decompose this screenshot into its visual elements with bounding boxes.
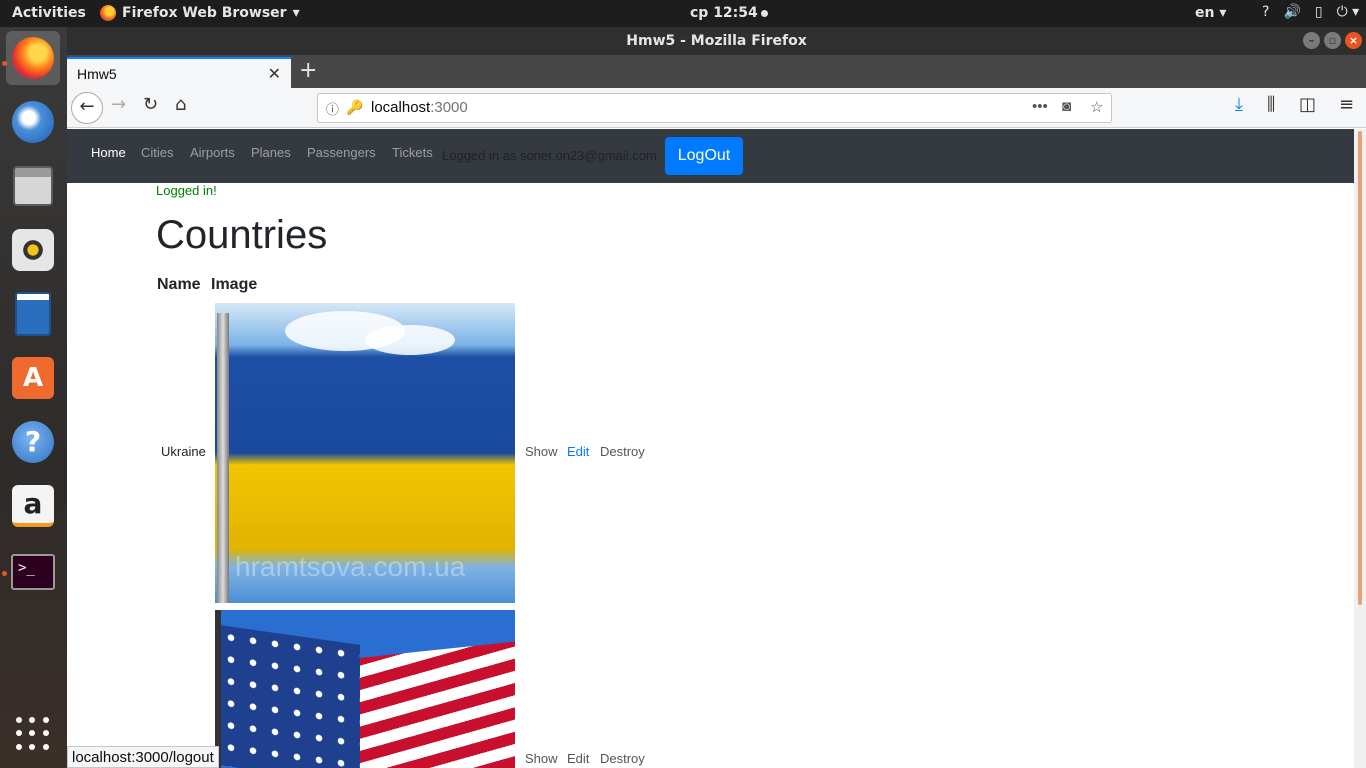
back-button[interactable]: ← bbox=[71, 92, 103, 124]
tab-hmw5[interactable]: Hmw5 ✕ bbox=[67, 57, 291, 88]
software-store-icon: A bbox=[12, 357, 54, 399]
power-icon: ⏻ ▾ bbox=[1336, 4, 1360, 20]
flag-pole bbox=[215, 610, 221, 768]
close-tab-icon[interactable]: ✕ bbox=[268, 64, 281, 84]
dock-amazon[interactable]: a bbox=[6, 479, 60, 533]
site-navbar: Home Cities Airports Planes Passengers T… bbox=[67, 129, 1354, 183]
minimize-button[interactable]: – bbox=[1303, 32, 1320, 49]
nav-passengers[interactable]: Passengers bbox=[307, 145, 376, 160]
key-icon: 🔑 bbox=[346, 99, 364, 115]
close-window-button[interactable]: × bbox=[1345, 32, 1362, 49]
nav-home[interactable]: Home bbox=[91, 145, 126, 160]
url-port: :3000 bbox=[430, 99, 468, 116]
maximize-button[interactable]: ▫ bbox=[1324, 32, 1341, 49]
window-title: Hmw5 - Mozilla Firefox bbox=[626, 33, 807, 49]
flash-notice: Logged in! bbox=[156, 183, 217, 198]
url-host: localhost bbox=[371, 99, 431, 116]
language-indicator[interactable]: en ▾ bbox=[1195, 5, 1226, 21]
dock-software[interactable]: A bbox=[6, 351, 60, 405]
show-link[interactable]: Show bbox=[525, 751, 558, 766]
system-menu[interactable]: ? 🔊 ▯ ⏻ ▾ bbox=[1262, 4, 1359, 20]
writer-icon bbox=[15, 292, 51, 336]
nav-airports[interactable]: Airports bbox=[190, 145, 235, 160]
clock[interactable]: ср 12:54 bbox=[690, 5, 768, 21]
menu-icon[interactable]: ≡ bbox=[1339, 94, 1354, 115]
ukraine-flag-image: hramtsova.com.ua bbox=[215, 303, 515, 603]
flag-stars bbox=[220, 625, 360, 768]
destroy-link[interactable]: Destroy bbox=[600, 751, 645, 766]
image-watermark: hramtsova.com.ua bbox=[235, 551, 466, 582]
edit-link[interactable]: Edit bbox=[567, 751, 589, 766]
library-icon[interactable]: ⫼ bbox=[1267, 94, 1275, 115]
bookmark-star-icon[interactable]: ☆ bbox=[1090, 98, 1103, 116]
nav-cities[interactable]: Cities bbox=[141, 145, 174, 160]
page-actions-icon[interactable]: ••• bbox=[1032, 98, 1048, 115]
window-titlebar: Hmw5 - Mozilla Firefox – ▫ × bbox=[67, 27, 1366, 55]
url-bar[interactable]: ⓘ 🔑 localhost:3000 ••• ◙ ☆ bbox=[317, 93, 1112, 123]
firefox-icon bbox=[12, 37, 54, 79]
files-icon bbox=[13, 166, 53, 206]
downloads-icon[interactable]: ⤓ bbox=[1235, 94, 1243, 115]
column-header-name: Name bbox=[157, 276, 201, 293]
rhythmbox-icon bbox=[12, 229, 54, 271]
reload-button[interactable]: ↻ bbox=[143, 94, 158, 115]
chevron-down-icon: ▾ bbox=[292, 5, 300, 21]
new-tab-button[interactable]: + bbox=[299, 58, 317, 83]
terminal-icon: >_ bbox=[11, 554, 55, 590]
dock-help[interactable]: ? bbox=[6, 415, 60, 469]
url-text: localhost:3000 bbox=[371, 99, 468, 116]
dock-terminal[interactable]: >_ bbox=[6, 545, 60, 599]
logged-in-text: Logged in as soner.on23@gmail.com bbox=[442, 148, 657, 163]
app-menu[interactable]: Firefox Web Browser ▾ bbox=[100, 5, 300, 21]
sidebar-icon[interactable]: ◫ bbox=[1299, 94, 1316, 115]
tab-bar: Hmw5 ✕ + bbox=[67, 55, 1366, 88]
clock-text: ср 12:54 bbox=[690, 5, 758, 21]
dock-writer[interactable] bbox=[6, 287, 60, 341]
tab-title: Hmw5 bbox=[77, 66, 117, 82]
firefox-icon bbox=[100, 5, 116, 21]
nav-tickets[interactable]: Tickets bbox=[392, 145, 433, 160]
edit-link[interactable]: Edit bbox=[567, 444, 589, 459]
info-icon[interactable]: ⓘ bbox=[326, 99, 339, 118]
activities-button[interactable]: Activities bbox=[12, 5, 86, 21]
dock-files[interactable] bbox=[6, 159, 60, 213]
help-icon: ? bbox=[12, 421, 54, 463]
notification-dot bbox=[760, 9, 768, 17]
app-menu-label: Firefox Web Browser bbox=[122, 5, 287, 21]
dock-firefox[interactable] bbox=[6, 31, 60, 85]
status-bar: localhost:3000/logout bbox=[67, 746, 219, 768]
page-scrollbar[interactable] bbox=[1354, 129, 1366, 768]
amazon-icon: a bbox=[12, 485, 54, 527]
page-title: Countries bbox=[156, 213, 328, 257]
battery-icon: ▯ bbox=[1314, 4, 1323, 20]
flag-stripes bbox=[335, 639, 515, 768]
forward-button[interactable]: → bbox=[111, 94, 126, 115]
usa-flag-image bbox=[215, 610, 515, 768]
gnome-top-bar: Activities Firefox Web Browser ▾ ср 12:5… bbox=[0, 0, 1366, 27]
flag-pole bbox=[217, 313, 229, 603]
help-icon: ? bbox=[1262, 4, 1270, 20]
show-link[interactable]: Show bbox=[525, 444, 558, 459]
dock-rhythmbox[interactable] bbox=[6, 223, 60, 277]
destroy-link[interactable]: Destroy bbox=[600, 444, 645, 459]
language-text: en bbox=[1195, 5, 1215, 21]
show-applications-button[interactable] bbox=[6, 707, 60, 761]
dock-thunderbird[interactable] bbox=[6, 95, 60, 149]
scrollbar-thumb[interactable] bbox=[1358, 131, 1362, 605]
column-header-image: Image bbox=[211, 276, 258, 293]
row-name-ukraine: Ukraine bbox=[161, 444, 206, 459]
web-page: Home Cities Airports Planes Passengers T… bbox=[67, 129, 1354, 768]
home-button[interactable]: ⌂ bbox=[175, 94, 186, 115]
dock: A ? a >_ bbox=[0, 27, 67, 768]
browser-toolbar: ← → ↻ ⌂ ⓘ 🔑 localhost:3000 ••• ◙ ☆ ⤓ ⫼ ◫… bbox=[67, 88, 1366, 128]
app-grid-icon bbox=[16, 717, 50, 751]
thunderbird-icon bbox=[12, 101, 54, 143]
nav-planes[interactable]: Planes bbox=[251, 145, 291, 160]
volume-icon: 🔊 bbox=[1283, 4, 1301, 20]
pocket-icon[interactable]: ◙ bbox=[1062, 98, 1071, 115]
logout-button[interactable]: LogOut bbox=[665, 137, 743, 175]
